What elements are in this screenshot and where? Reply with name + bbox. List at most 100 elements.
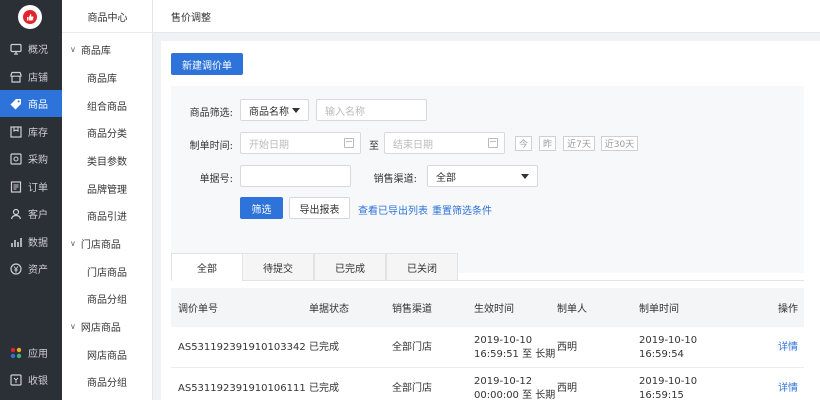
product-filter-select[interactable]: 商品名称 (240, 99, 309, 121)
secondary-sidebar: 商品中心 ∨ 商品库 商品库 组合商品 商品分类 类目参数 品牌管理 商品引进 … (62, 0, 153, 400)
caret-down-icon (521, 174, 529, 179)
sidebar-item-product-category[interactable]: 商品分类 (87, 125, 127, 140)
sidebar-item-combo-products[interactable]: 组合商品 (87, 98, 127, 113)
sales-channel-select[interactable]: 全部 (427, 165, 538, 187)
column-header-status: 单据状态 (309, 304, 349, 315)
primary-sidebar: 概况 店铺 商品 库存 采购 订单 客户 数据 资产 应用 收银 (0, 0, 62, 400)
chevron-down-icon: ∨ (70, 239, 76, 248)
quick-date-today[interactable]: 今 (515, 136, 532, 151)
cashier-icon (10, 373, 22, 386)
cell-channel: 全部门店 (392, 382, 432, 394)
nav-item-overview[interactable]: 概况 (0, 35, 62, 62)
nav-item-label: 商品 (28, 100, 48, 111)
cell-effective-time: 2019-10-12 00:00:00 至 长期 (474, 368, 555, 400)
nav-item-label: 客户 (28, 210, 48, 221)
new-price-adjustment-button[interactable]: 新建调价单 (171, 53, 243, 75)
nav-item-inventory[interactable]: 库存 (0, 118, 62, 145)
quick-date-7days[interactable]: 近7天 (563, 136, 595, 151)
nav-item-label: 数据 (28, 238, 48, 249)
group-product-library[interactable]: ∨ 商品库 (70, 42, 111, 57)
export-report-button[interactable]: 导出报表 (289, 197, 350, 219)
cell-status: 已完成 (309, 341, 339, 353)
group-label: 门店商品 (80, 240, 121, 251)
tab-all[interactable]: 全部 (171, 253, 243, 281)
cell-effective-time: 2019-10-10 16:59:51 至 长期 (474, 327, 555, 368)
reset-filters-link[interactable]: 重置筛选条件 (432, 202, 492, 217)
sidebar-item-brand-management[interactable]: 品牌管理 (87, 181, 127, 196)
sidebar-title: 商品中心 (62, 0, 153, 33)
sidebar-item-product-library[interactable]: 商品库 (87, 70, 117, 85)
page-header: 售价调整 (153, 0, 820, 33)
end-date-placeholder: 结束日期 (393, 139, 433, 151)
column-header-creator: 制单人 (557, 304, 587, 315)
filter-button[interactable]: 筛选 (240, 197, 283, 219)
column-header-channel: 销售渠道 (392, 304, 432, 315)
sidebar-item-category-params[interactable]: 类目参数 (87, 153, 127, 168)
nav-item-product[interactable]: 商品 (0, 90, 62, 117)
table-row: AS531192391910103342 已完成 全部门店 2019-10-10… (171, 327, 804, 368)
caret-down-icon (292, 108, 300, 113)
end-date-input[interactable]: 结束日期 (384, 132, 505, 154)
sidebar-item-online-product-groups[interactable]: 商品分组 (87, 374, 127, 389)
page-title: 售价调整 (171, 12, 211, 24)
status-tabs: 全部 待提交 已完成 已关闭 (171, 253, 804, 281)
nav-item-store[interactable]: 店铺 (0, 63, 62, 90)
nav-item-cashier[interactable]: 收银 (0, 366, 62, 393)
sidebar-item-store-products[interactable]: 门店商品 (87, 264, 127, 279)
cell-id: AS531192391910103342 (178, 341, 306, 353)
quick-date-yesterday[interactable]: 昨 (539, 136, 556, 151)
calendar-icon (344, 138, 354, 148)
tab-pending[interactable]: 待提交 (242, 253, 314, 281)
overview-icon (10, 43, 22, 55)
sales-channel-select-value: 全部 (436, 172, 456, 184)
logo[interactable] (18, 5, 42, 29)
nav-item-customer[interactable]: 客户 (0, 200, 62, 227)
created-date: 2019-10-10 (639, 334, 698, 346)
cell-creator: 西明 (557, 341, 577, 353)
main-panel: 新建调价单 商品筛选: 商品名称 输入名称 制单时间: 开始日期 至 结束日期 … (161, 41, 820, 400)
detail-link[interactable]: 详情 (778, 368, 798, 400)
effective-date: 2019-10-10 (474, 334, 533, 346)
date-range-separator: 至 (369, 141, 379, 152)
group-online-products[interactable]: ∨ 网店商品 (70, 319, 121, 334)
thumbs-up-logo-icon (23, 10, 37, 24)
product-name-input[interactable]: 输入名称 (316, 99, 427, 121)
data-icon (10, 236, 22, 248)
chevron-down-icon: ∨ (70, 45, 76, 54)
nav-item-apps[interactable]: 应用 (0, 339, 62, 366)
table-row: AS531192391910106111 已完成 全部门店 2019-10-12… (171, 368, 804, 400)
nav-item-label: 应用 (28, 349, 48, 360)
nav-item-asset[interactable]: 资产 (0, 255, 62, 282)
product-name-placeholder: 输入名称 (325, 106, 365, 118)
nav-item-order[interactable]: 订单 (0, 173, 62, 200)
column-header-effective-time: 生效时间 (474, 304, 514, 315)
nav-item-label: 订单 (28, 183, 48, 194)
start-date-input[interactable]: 开始日期 (240, 132, 361, 154)
effective-date: 2019-10-12 (474, 375, 533, 387)
created-time: 16:59:15 (639, 389, 684, 400)
nav-item-data[interactable]: 数据 (0, 228, 62, 255)
effective-time-range: 16:59:51 至 长期 (474, 348, 556, 360)
order-icon (10, 180, 22, 193)
created-date: 2019-10-10 (639, 375, 698, 387)
cell-channel: 全部门店 (392, 341, 432, 353)
nav-item-label: 采购 (28, 155, 48, 166)
column-header-id: 调价单号 (178, 304, 218, 315)
sidebar-item-product-import[interactable]: 商品引进 (87, 208, 127, 223)
sidebar-item-online-products[interactable]: 网店商品 (87, 347, 127, 362)
tag-icon (10, 98, 22, 110)
cell-created-time: 2019-10-10 16:59:15 (639, 368, 697, 400)
nav-item-label: 库存 (28, 128, 48, 139)
quick-date-30days[interactable]: 近30天 (601, 136, 638, 151)
tab-closed[interactable]: 已关闭 (386, 253, 458, 281)
order-number-input[interactable] (240, 165, 351, 187)
group-label: 商品库 (80, 46, 111, 57)
group-store-products[interactable]: ∨ 门店商品 (70, 236, 121, 251)
detail-link[interactable]: 详情 (778, 327, 798, 368)
view-exported-list-link[interactable]: 查看已导出列表 (358, 202, 428, 217)
created-time: 16:59:54 (639, 348, 684, 360)
column-header-created-time: 制单时间 (639, 304, 679, 315)
nav-item-purchase[interactable]: 采购 (0, 145, 62, 172)
tab-completed[interactable]: 已完成 (314, 253, 386, 281)
sidebar-item-store-product-groups[interactable]: 商品分组 (87, 291, 127, 306)
